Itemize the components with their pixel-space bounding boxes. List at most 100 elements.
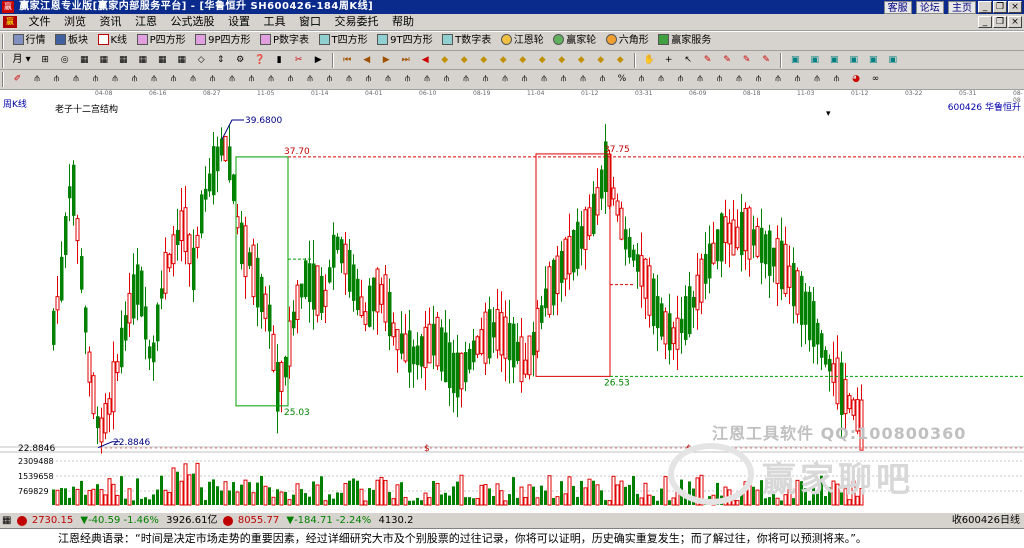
fork27-icon[interactable]: ⫛ <box>537 72 551 86</box>
fork7-icon[interactable]: ⫛ <box>147 72 161 86</box>
color-wheel-icon[interactable]: ◕ <box>849 72 863 86</box>
gold-diamond5-icon[interactable]: ◆ <box>516 53 530 67</box>
fork4-icon[interactable]: ⫛ <box>89 72 103 86</box>
fork36-icon[interactable]: ⫛ <box>732 72 746 86</box>
winner-service-button[interactable]: 赢家服务 <box>655 33 714 50</box>
fork29-icon[interactable]: ⫛ <box>576 72 590 86</box>
fork35-icon[interactable]: ⫛ <box>713 72 727 86</box>
diamond-icon[interactable]: ◇ <box>194 53 208 67</box>
fork3-icon[interactable]: ⫛ <box>69 72 83 86</box>
target-icon[interactable]: ◎ <box>58 53 72 67</box>
fork26-icon[interactable]: ⫛ <box>518 72 532 86</box>
gold-diamond2-icon[interactable]: ◆ <box>457 53 471 67</box>
restore-icon[interactable]: ❐ <box>993 1 1007 13</box>
grid-view5-icon[interactable]: ▦ <box>155 53 169 67</box>
doc-restore-icon[interactable]: ❐ <box>993 16 1007 28</box>
fork8-icon[interactable]: ⫛ <box>167 72 181 86</box>
t-square-button[interactable]: T四方形 <box>316 33 371 50</box>
gold-diamond3-icon[interactable]: ◆ <box>477 53 491 67</box>
grid-view6-icon[interactable]: ▦ <box>175 53 189 67</box>
bars-icon[interactable]: ▮ <box>272 53 286 67</box>
fork32-icon[interactable]: ⫛ <box>654 72 668 86</box>
gold-diamond-icon[interactable]: ◆ <box>438 53 452 67</box>
doc-minimize-icon[interactable]: _ <box>978 16 992 28</box>
zoom-in-icon[interactable]: ⊞ <box>38 53 52 67</box>
last-icon[interactable]: ⏭ <box>399 53 413 67</box>
grid-view4-icon[interactable]: ▦ <box>136 53 150 67</box>
menu-help[interactable]: 帮助 <box>387 14 419 30</box>
link-forum[interactable]: 论坛 <box>915 1 944 14</box>
gold-diamond9-icon[interactable]: ◆ <box>594 53 608 67</box>
fork21-icon[interactable]: ⫛ <box>420 72 434 86</box>
fork-icon[interactable]: ⫛ <box>30 72 44 86</box>
pen-icon[interactable]: ✐ <box>11 72 25 86</box>
t-table-button[interactable]: T数字表 <box>439 33 494 50</box>
arrow-right-icon[interactable]: ▶ <box>311 53 325 67</box>
menu-trade[interactable]: 交易委托 <box>330 14 384 30</box>
draw4-icon[interactable]: ✎ <box>759 53 773 67</box>
prev-icon[interactable]: ◀ <box>360 53 374 67</box>
panel-icon[interactable]: ▣ <box>788 53 802 67</box>
fork9-icon[interactable]: ⫛ <box>186 72 200 86</box>
fork28-icon[interactable]: ⫛ <box>557 72 571 86</box>
menu-tools[interactable]: 工具 <box>259 14 291 30</box>
winner-wheel-button[interactable]: 赢家轮 <box>550 33 599 50</box>
quotes-button[interactable]: 行情 <box>10 33 49 50</box>
p-square-button[interactable]: P四方形 <box>134 33 189 50</box>
fork11-icon[interactable]: ⫛ <box>225 72 239 86</box>
menu-formula[interactable]: 公式选股 <box>166 14 220 30</box>
gold-diamond8-icon[interactable]: ◆ <box>574 53 588 67</box>
fork22-icon[interactable]: ⫛ <box>440 72 454 86</box>
panel3-icon[interactable]: ▣ <box>827 53 841 67</box>
draw3-icon[interactable]: ✎ <box>740 53 754 67</box>
fork39-icon[interactable]: ⫛ <box>791 72 805 86</box>
fork13-icon[interactable]: ⫛ <box>264 72 278 86</box>
fork30-icon[interactable]: ⫛ <box>596 72 610 86</box>
hexagon-button[interactable]: 六角形 <box>603 33 652 50</box>
9p-square-button[interactable]: 9P四方形 <box>192 33 253 50</box>
9t-square-button[interactable]: 9T四方形 <box>374 33 435 50</box>
fork19-icon[interactable]: ⫛ <box>381 72 395 86</box>
first-icon[interactable]: ⏮ <box>340 53 354 67</box>
fork18-icon[interactable]: ⫛ <box>362 72 376 86</box>
fork37-icon[interactable]: ⫛ <box>752 72 766 86</box>
sectors-button[interactable]: 板块 <box>52 33 91 50</box>
kline-button[interactable]: K线 <box>95 33 131 50</box>
panel5-icon[interactable]: ▣ <box>866 53 880 67</box>
grid-view2-icon[interactable]: ▦ <box>97 53 111 67</box>
grid-view-icon[interactable]: ▦ <box>77 53 91 67</box>
fork12-icon[interactable]: ⫛ <box>245 72 259 86</box>
cursor-icon[interactable]: ↖ <box>681 53 695 67</box>
close-icon[interactable]: × <box>1008 1 1022 13</box>
fork31-icon[interactable]: ⫛ <box>635 72 649 86</box>
menu-file[interactable]: 文件 <box>24 14 56 30</box>
menu-info[interactable]: 资讯 <box>95 14 127 30</box>
link-home[interactable]: 主页 <box>948 1 976 14</box>
grid-view3-icon[interactable]: ▦ <box>116 53 130 67</box>
plus-icon[interactable]: + <box>662 53 676 67</box>
panel4-icon[interactable]: ▣ <box>847 53 861 67</box>
fork5-icon[interactable]: ⫛ <box>108 72 122 86</box>
percent-icon[interactable]: % <box>615 72 629 86</box>
fork20-icon[interactable]: ⫛ <box>401 72 415 86</box>
menu-gann[interactable]: 江恩 <box>130 14 162 30</box>
fork38-icon[interactable]: ⫛ <box>771 72 785 86</box>
fork2-icon[interactable]: ⫛ <box>50 72 64 86</box>
fork40-icon[interactable]: ⫛ <box>810 72 824 86</box>
gold-diamond7-icon[interactable]: ◆ <box>555 53 569 67</box>
doc-close-icon[interactable]: × <box>1008 16 1022 28</box>
gold-diamond10-icon[interactable]: ◆ <box>613 53 627 67</box>
fork33-icon[interactable]: ⫛ <box>674 72 688 86</box>
p-table-button[interactable]: P数字表 <box>257 33 312 50</box>
fork15-icon[interactable]: ⫛ <box>303 72 317 86</box>
panel6-icon[interactable]: ▣ <box>886 53 900 67</box>
fork25-icon[interactable]: ⫛ <box>498 72 512 86</box>
fork24-icon[interactable]: ⫛ <box>479 72 493 86</box>
period-select[interactable]: 月 ▾ <box>10 52 34 69</box>
fork17-icon[interactable]: ⫛ <box>342 72 356 86</box>
gann-wheel-button[interactable]: 江恩轮 <box>498 33 547 50</box>
fork16-icon[interactable]: ⫛ <box>323 72 337 86</box>
menu-settings[interactable]: 设置 <box>223 14 255 30</box>
status-grid-icon[interactable]: ▦ <box>0 513 13 528</box>
menu-window[interactable]: 窗口 <box>294 14 326 30</box>
